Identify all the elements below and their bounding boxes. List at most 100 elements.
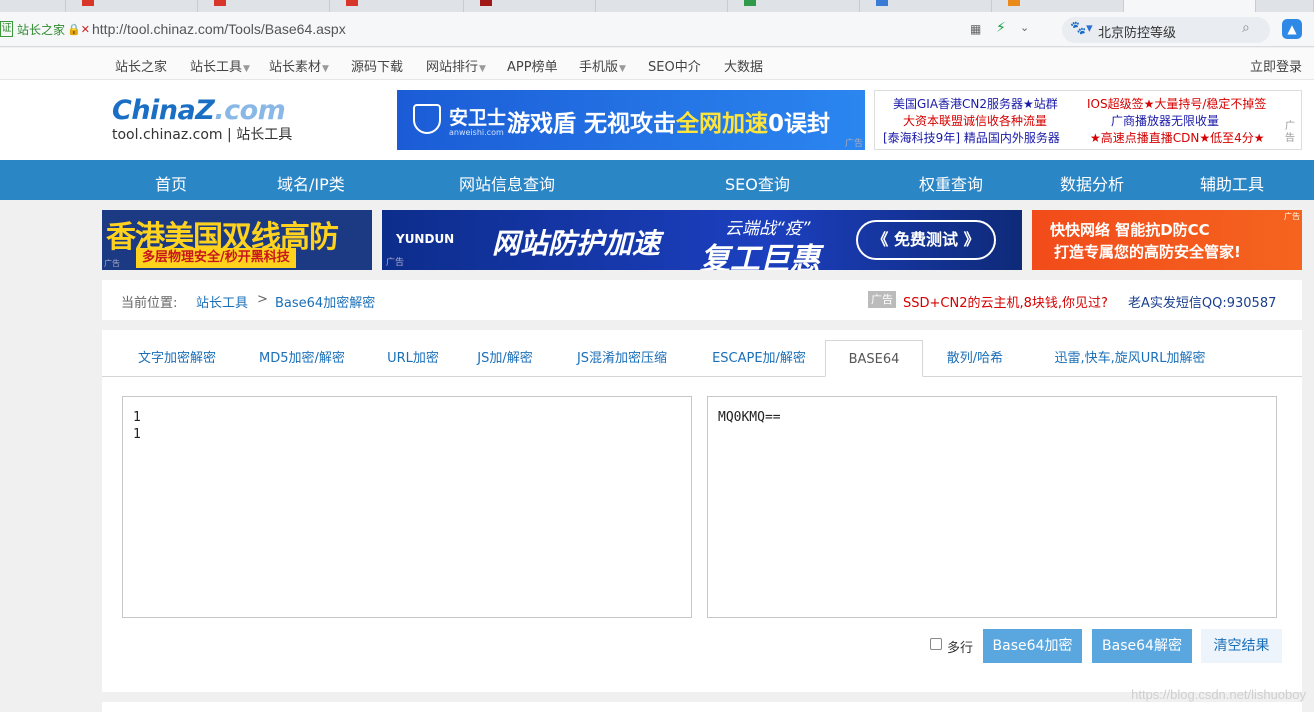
logo-subtitle: tool.chinaz.com | 站长工具: [112, 127, 293, 143]
chevron-down-icon[interactable]: ⌄: [1020, 21, 1029, 34]
extension-icon[interactable]: ▲: [1282, 19, 1302, 39]
browser-tab[interactable]: [1256, 0, 1314, 12]
ad-text-link[interactable]: SSD+CN2的云主机,8块钱,你见过?: [903, 292, 1108, 311]
topnav-item[interactable]: 站长素材▼: [269, 56, 329, 75]
tab-favicon-icon: [346, 0, 358, 6]
topnav-label[interactable]: 站长素材: [269, 60, 321, 75]
search-icon[interactable]: ⌕: [1242, 20, 1250, 36]
browser-tab[interactable]: [992, 0, 1124, 12]
ad-tag: 广告: [1285, 121, 1295, 144]
search-input[interactable]: 北京防控等级: [1098, 22, 1176, 41]
ad-banner-yundun[interactable]: YUNDUN 网站防护加速 云端战“疫” 复工巨惠 《 免费测试 》 广告: [382, 210, 1022, 270]
browser-tab[interactable]: [198, 0, 330, 12]
text-ad-link[interactable]: 广商播放器无限收量: [1111, 112, 1219, 129]
tab-favicon-icon: [82, 0, 94, 6]
main-nav: 首页 域名/IP类 网站信息查询 SEO查询 权重查询 数据分析 辅助工具: [0, 160, 1314, 200]
caret-down-icon: ▼: [479, 64, 486, 74]
browser-tab[interactable]: [0, 0, 66, 12]
content-panel-below: [102, 702, 1302, 712]
ad-banner-hk-us[interactable]: 香港美国双线高防 多层物理安全/秒开黑科技 广告: [102, 210, 372, 270]
browser-tab[interactable]: [860, 0, 992, 12]
browser-tab[interactable]: [66, 0, 198, 12]
tab-md5[interactable]: MD5加密/解密: [248, 340, 356, 377]
topnav-item[interactable]: 手机版▼: [579, 56, 626, 75]
multiline-checkbox[interactable]: [930, 638, 942, 650]
input-textarea[interactable]: 1 1: [122, 396, 692, 618]
browser-tab-active[interactable]: [1124, 0, 1256, 12]
free-trial-button[interactable]: 《 免费测试 》: [856, 220, 996, 260]
topnav-item[interactable]: 源码下载: [351, 56, 403, 75]
topnav-item[interactable]: 大数据: [724, 56, 763, 75]
mainnav-item-seo[interactable]: SEO查询: [725, 171, 790, 195]
mainnav-item-site-info[interactable]: 网站信息查询: [459, 171, 555, 195]
caret-down-icon: ▼: [619, 64, 626, 74]
qr-code-icon[interactable]: ▦: [970, 22, 981, 36]
topnav-label[interactable]: 手机版: [579, 60, 618, 75]
banner-headline: 快快网络 智能抗D防CC: [1050, 221, 1210, 239]
url-field[interactable]: http://tool.chinaz.com/Tools/Base64.aspx…: [88, 18, 1046, 42]
url-text[interactable]: http://tool.chinaz.com/Tools/Base64.aspx: [92, 21, 346, 37]
topnav-label[interactable]: 网站排行: [426, 60, 478, 75]
mainnav-item-tools[interactable]: 辅助工具: [1200, 171, 1264, 195]
tab-thunder-url[interactable]: 迅雷,快车,旋风URL加解密: [1038, 340, 1222, 377]
topnav-item[interactable]: 网站排行▼: [426, 56, 486, 75]
breadcrumb-separator: >: [257, 292, 268, 307]
topnav-label[interactable]: SEO中介: [648, 60, 701, 75]
text-ad-link[interactable]: 大资本联盟诚信收各种流量: [903, 112, 1047, 129]
cert-label: 站长之家: [17, 22, 66, 37]
topnav-label[interactable]: 站长之家: [115, 60, 167, 75]
baidu-paw-icon[interactable]: 🐾▾: [1070, 21, 1093, 36]
site-header: ChinaZ.com tool.chinaz.com | 站长工具 安卫士 an…: [0, 80, 1314, 160]
tab-base64[interactable]: BASE64: [825, 340, 923, 377]
login-link[interactable]: 立即登录: [1250, 56, 1302, 75]
yundun-logo: YUNDUN: [396, 232, 455, 246]
browser-tab[interactable]: [596, 0, 728, 12]
output-textarea[interactable]: MQ0KMQ==: [707, 396, 1277, 618]
clear-result-button[interactable]: 清空结果: [1201, 629, 1282, 663]
browser-tab[interactable]: [464, 0, 596, 12]
ad-banner-anweishi[interactable]: 安卫士 anweishi.com 游戏盾 无视攻击全网加速0误封 广告: [397, 90, 865, 150]
topnav-item[interactable]: APP榜单: [507, 56, 558, 75]
base64-encode-button[interactable]: Base64加密: [983, 629, 1082, 663]
ad-banner-kuaikuai[interactable]: 快快网络 智能抗D防CC 打造专属您的高防安全管家! 广告: [1032, 210, 1302, 270]
topnav-label[interactable]: 大数据: [724, 60, 763, 75]
browser-tab[interactable]: [728, 0, 860, 12]
tab-favicon-icon: [876, 0, 888, 6]
tab-escape[interactable]: ESCAPE加/解密: [702, 340, 816, 377]
tab-text-encrypt[interactable]: 文字加密解密: [122, 340, 232, 377]
ad-brand-site: anweishi.com: [449, 128, 504, 137]
tab-url[interactable]: URL加密: [378, 340, 448, 377]
tab-hash[interactable]: 散列/哈希: [940, 340, 1010, 377]
text-ad-link[interactable]: 美国GIA香港CN2服务器★站群: [893, 95, 1058, 112]
topnav-label[interactable]: 源码下载: [351, 60, 403, 75]
banner-subline: 打造专属您的高防安全管家!: [1054, 243, 1241, 261]
qq-ad-link[interactable]: 老A实发短信QQ:930587: [1128, 292, 1276, 311]
text-ad-link[interactable]: ★高速点播直播CDN★低至4分★: [1090, 129, 1265, 146]
mainnav-item-domain-ip[interactable]: 域名/IP类: [277, 171, 345, 195]
ad-tag: 广告: [386, 258, 405, 268]
text-ad-link[interactable]: IOS超级签★大量持号/稳定不掉签: [1087, 95, 1266, 112]
tool-tabs: 文字加密解密 MD5加密/解密 URL加密 JS加/解密 JS混淆加密压缩 ES…: [102, 340, 1302, 377]
browser-tab[interactable]: [330, 0, 464, 12]
chinaz-logo[interactable]: ChinaZ.com tool.chinaz.com | 站长工具: [112, 95, 292, 144]
ad-tag: 广告: [104, 259, 120, 268]
topnav-label[interactable]: 站长工具: [190, 60, 242, 75]
breadcrumb-link-tools[interactable]: 站长工具: [196, 292, 248, 311]
breadcrumb-link-base64[interactable]: Base64加密解密: [275, 292, 375, 311]
text-ad-link[interactable]: [泰海科技9年] 精品国内外服务器: [883, 129, 1060, 146]
tab-favicon-icon: [744, 0, 756, 6]
mainnav-item-weight[interactable]: 权重查询: [919, 171, 983, 195]
search-box[interactable]: 🐾▾ 北京防控等级 ⌕: [1062, 17, 1270, 43]
multiline-label[interactable]: 多行: [947, 637, 973, 656]
base64-decode-button[interactable]: Base64解密: [1092, 629, 1192, 663]
topnav-label[interactable]: APP榜单: [507, 60, 558, 75]
mainnav-item-data[interactable]: 数据分析: [1060, 171, 1124, 195]
topnav-item[interactable]: 站长工具▼: [190, 56, 250, 75]
topnav-item[interactable]: 站长之家: [115, 56, 167, 75]
mainnav-item-home[interactable]: 首页: [155, 171, 187, 195]
tab-js-obfuscate[interactable]: JS混淆加密压缩: [570, 340, 674, 377]
tab-js[interactable]: JS加/解密: [470, 340, 540, 377]
bolt-icon[interactable]: ⚡: [996, 20, 1006, 36]
site-certificate[interactable]: 证 站长之家 🔒✕: [0, 20, 90, 38]
topnav-item[interactable]: SEO中介: [648, 56, 701, 75]
